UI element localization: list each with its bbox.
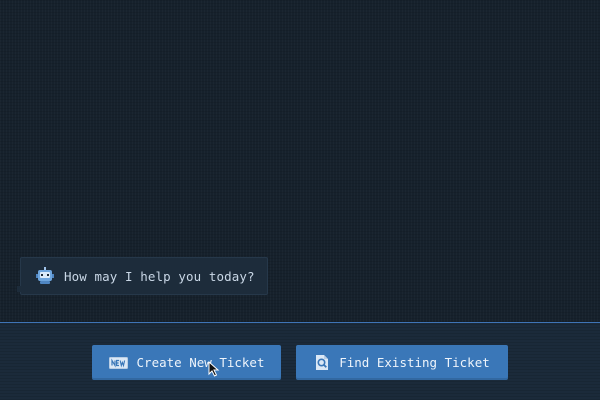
find-existing-ticket-button[interactable]: Find Existing Ticket	[296, 345, 508, 380]
create-new-ticket-label: Create New Ticket	[136, 355, 265, 370]
action-footer: Create New Ticket Find Existing Ticket	[0, 322, 600, 400]
find-existing-ticket-label: Find Existing Ticket	[339, 355, 490, 370]
bot-message-bubble: How may I help you today?	[17, 257, 268, 295]
robot-icon	[35, 266, 55, 286]
search-document-icon	[314, 354, 330, 371]
new-badge-icon	[108, 356, 128, 369]
bot-message-text: How may I help you today?	[64, 268, 255, 284]
mouse-pointer-icon	[208, 361, 220, 377]
chat-message-area: How may I help you today?	[0, 0, 600, 322]
create-new-ticket-button[interactable]: Create New Ticket	[92, 345, 281, 380]
